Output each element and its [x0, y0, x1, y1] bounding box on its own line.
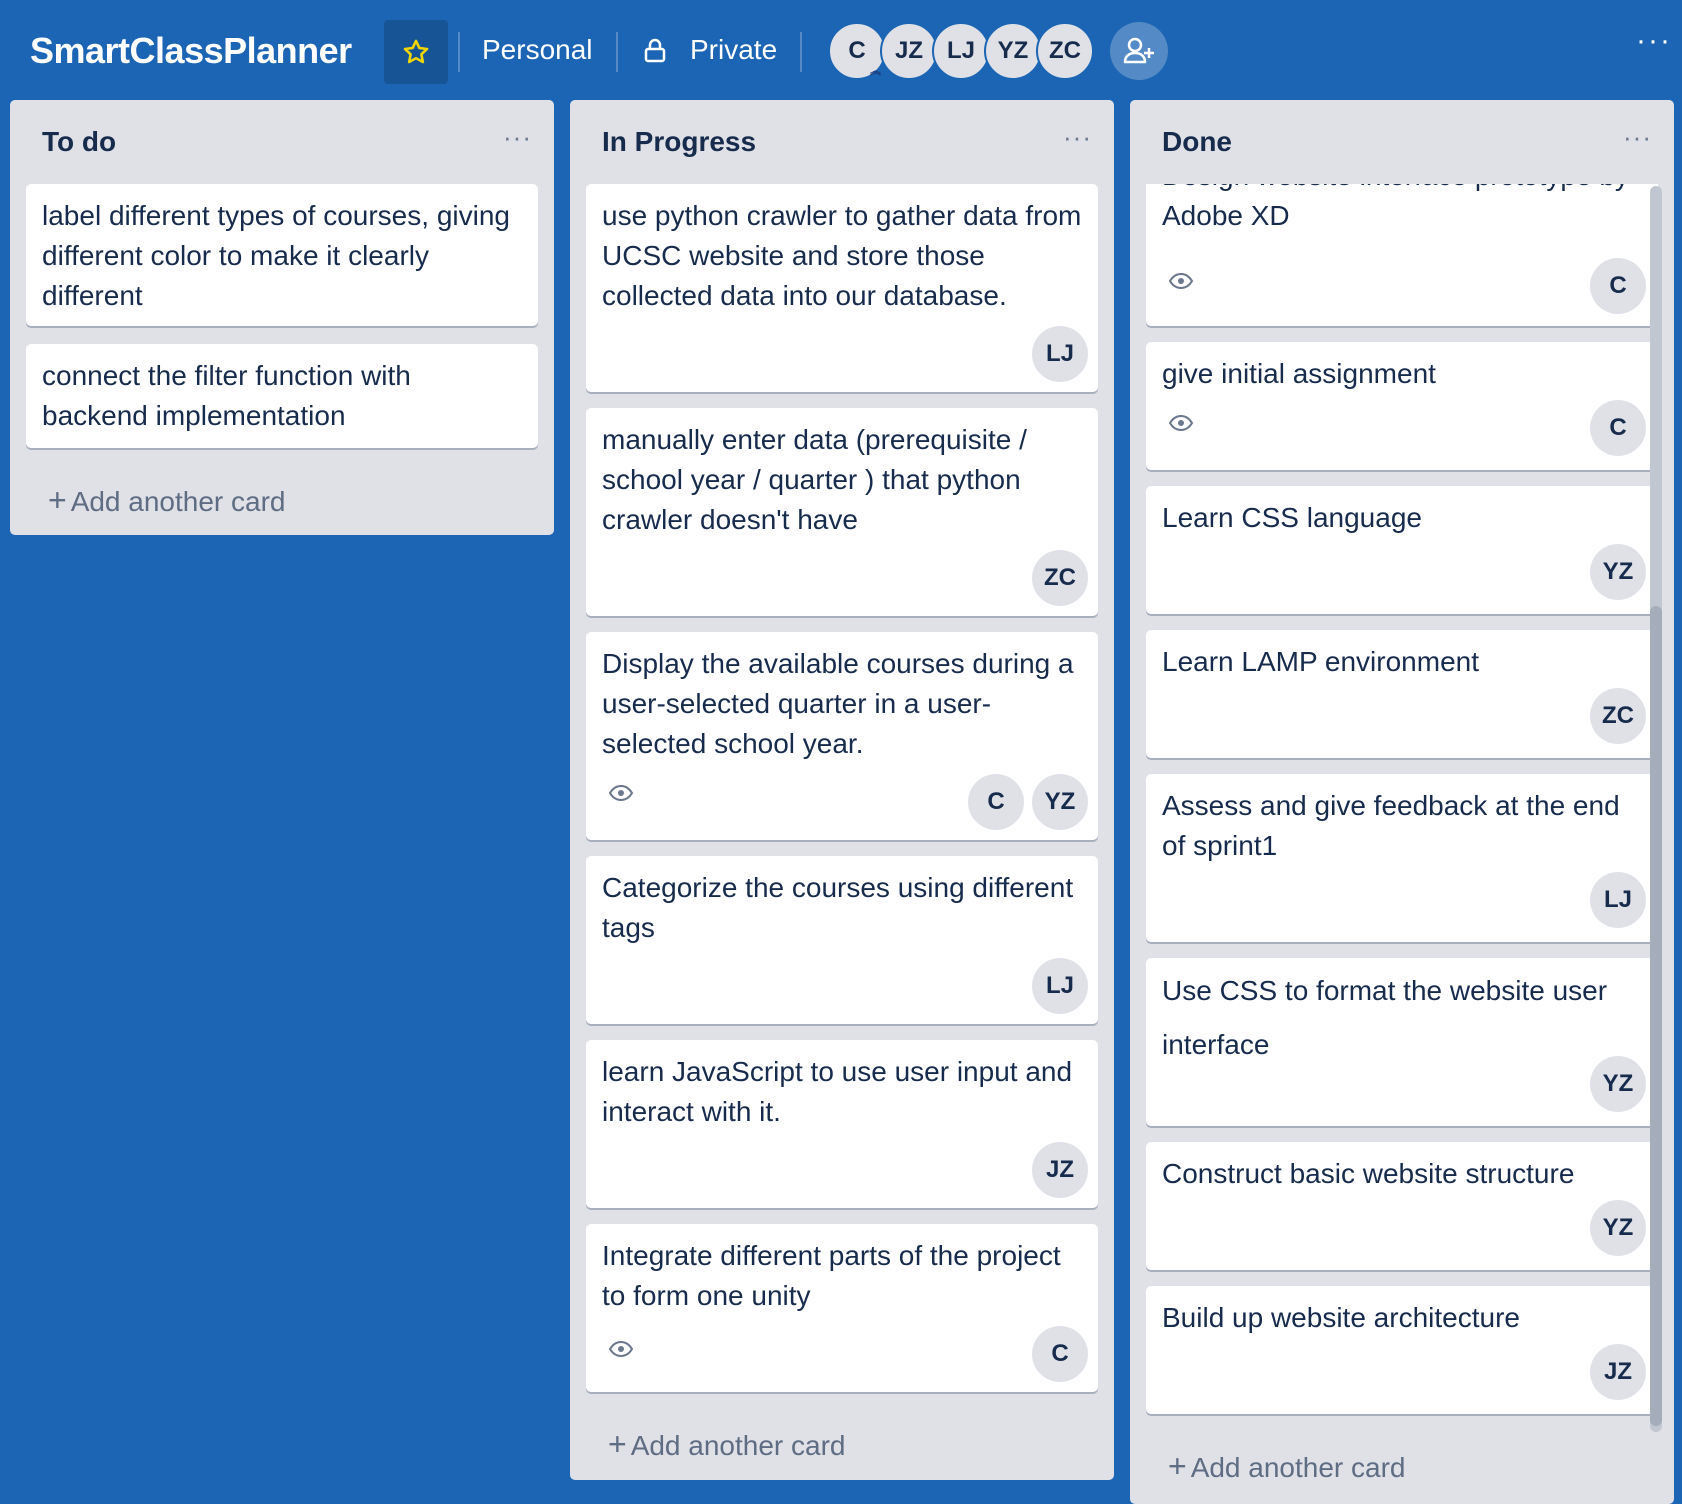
- card[interactable]: give initial assignment C: [1146, 342, 1658, 470]
- eye-icon: [608, 1340, 634, 1358]
- card[interactable]: use python crawler to gather data from U…: [586, 184, 1098, 392]
- card-title: use python crawler to gather data from U…: [602, 200, 1082, 311]
- privacy-button[interactable]: Private: [690, 34, 777, 66]
- header-divider: [800, 32, 802, 72]
- card-member-avatar[interactable]: YZ: [1032, 774, 1088, 830]
- card-member-avatar[interactable]: YZ: [1590, 1200, 1646, 1256]
- card[interactable]: Display the available courses during a u…: [586, 632, 1098, 840]
- card-title: Integrate different parts of the project…: [602, 1240, 1061, 1311]
- card-title: Construct basic website structure: [1162, 1158, 1575, 1189]
- card[interactable]: Learn LAMP environment ZC: [1146, 630, 1658, 758]
- star-button[interactable]: [384, 20, 448, 84]
- card-title: learn JavaScript to use user input and i…: [602, 1056, 1073, 1127]
- add-card-button[interactable]: + Add another card: [608, 1426, 846, 1463]
- board-title[interactable]: SmartClassPlanner: [30, 30, 352, 72]
- list-scrollbar[interactable]: [1650, 186, 1662, 1432]
- card-member-avatar[interactable]: LJ: [1032, 326, 1088, 382]
- card-member-avatar[interactable]: C: [1590, 400, 1646, 456]
- eye-icon: [1168, 414, 1194, 432]
- list-menu-button[interactable]: ···: [1623, 122, 1652, 153]
- card-member-avatar[interactable]: JZ: [1590, 1344, 1646, 1400]
- card-member-avatar[interactable]: YZ: [1590, 544, 1646, 600]
- card[interactable]: connect the filter function with backend…: [26, 344, 538, 448]
- plus-icon: +: [608, 1426, 627, 1462]
- list-title[interactable]: Done: [1162, 126, 1232, 158]
- board-header: SmartClassPlanner Personal Private C ︽ JZ…: [0, 0, 1682, 100]
- card-title: Assess and give feedback at the end of s…: [1162, 790, 1620, 861]
- card-title: Build up website architecture: [1162, 1302, 1520, 1333]
- list-done: Done ··· Design website interface protot…: [1130, 100, 1674, 1504]
- invite-button[interactable]: [1110, 22, 1168, 80]
- card-member-avatar[interactable]: C: [1032, 1326, 1088, 1382]
- card-title: Display the available courses during a u…: [602, 648, 1074, 759]
- card[interactable]: Construct basic website structure YZ: [1146, 1142, 1658, 1270]
- list-menu-button[interactable]: ···: [503, 122, 532, 153]
- member-avatar[interactable]: C ︽: [828, 22, 886, 80]
- card[interactable]: learn JavaScript to use user input and i…: [586, 1040, 1098, 1208]
- card-member-avatar[interactable]: JZ: [1032, 1142, 1088, 1198]
- card[interactable]: Use CSS to format the website user inter…: [1146, 958, 1658, 1126]
- card[interactable]: Design website interface prototype by Ad…: [1146, 184, 1658, 326]
- card-title: give initial assignment: [1162, 358, 1436, 389]
- scrollbar-thumb[interactable]: [1650, 606, 1662, 1426]
- card[interactable]: Build up website architecture JZ: [1146, 1286, 1658, 1414]
- card[interactable]: label different types of courses, giving…: [26, 184, 538, 326]
- member-avatar[interactable]: JZ: [880, 22, 938, 80]
- header-divider: [616, 32, 618, 72]
- card[interactable]: Assess and give feedback at the end of s…: [1146, 774, 1658, 942]
- card-title: Design website interface prototype by Ad…: [1162, 184, 1629, 231]
- card-title: Learn CSS language: [1162, 502, 1422, 533]
- member-avatar[interactable]: LJ: [932, 22, 990, 80]
- card-member-avatar[interactable]: C: [968, 774, 1024, 830]
- eye-icon: [1168, 272, 1194, 290]
- list-in-progress: In Progress ··· use python crawler to ga…: [570, 100, 1114, 1480]
- admin-chevron-icon: ︽: [870, 65, 881, 77]
- add-person-icon: [1123, 37, 1154, 64]
- card-title: Use CSS to format the website user inter…: [1162, 975, 1608, 1060]
- card-member-avatar[interactable]: ZC: [1032, 550, 1088, 606]
- card-title: label different types of courses, giving…: [42, 200, 510, 311]
- card-title: connect the filter function with backend…: [42, 360, 411, 431]
- team-visibility-button[interactable]: Personal: [482, 34, 593, 66]
- list-menu-button[interactable]: ···: [1063, 122, 1092, 153]
- card[interactable]: Learn CSS language YZ: [1146, 486, 1658, 614]
- list-title[interactable]: To do: [42, 126, 116, 158]
- card-member-avatar[interactable]: LJ: [1590, 872, 1646, 928]
- card-title: Categorize the courses using different t…: [602, 872, 1074, 943]
- member-avatar[interactable]: ZC: [1036, 22, 1094, 80]
- board-menu-button[interactable]: ···: [1636, 24, 1672, 58]
- card-member-avatar[interactable]: YZ: [1590, 1056, 1646, 1112]
- plus-icon: +: [48, 482, 67, 518]
- add-card-button[interactable]: + Add another card: [48, 482, 286, 519]
- eye-icon: [608, 784, 634, 802]
- header-divider: [458, 32, 460, 72]
- plus-icon: +: [1168, 1448, 1187, 1484]
- star-icon: [403, 39, 429, 64]
- card-title: Learn LAMP environment: [1162, 646, 1479, 677]
- card[interactable]: Categorize the courses using different t…: [586, 856, 1098, 1024]
- card-scroll-area[interactable]: Design website interface prototype by Ad…: [1130, 184, 1674, 1427]
- card-member-avatar[interactable]: ZC: [1590, 688, 1646, 744]
- card-title: manually enter data (prerequisite / scho…: [602, 424, 1027, 535]
- list-todo: To do ··· label different types of cours…: [10, 100, 554, 535]
- card-member-avatar[interactable]: LJ: [1032, 958, 1088, 1014]
- card[interactable]: Integrate different parts of the project…: [586, 1224, 1098, 1392]
- card[interactable]: manually enter data (prerequisite / scho…: [586, 408, 1098, 616]
- add-card-button[interactable]: + Add another card: [1168, 1448, 1406, 1485]
- card-member-avatar[interactable]: C: [1590, 258, 1646, 314]
- lock-icon: [644, 38, 666, 63]
- member-avatar[interactable]: YZ: [984, 22, 1042, 80]
- list-title[interactable]: In Progress: [602, 126, 756, 158]
